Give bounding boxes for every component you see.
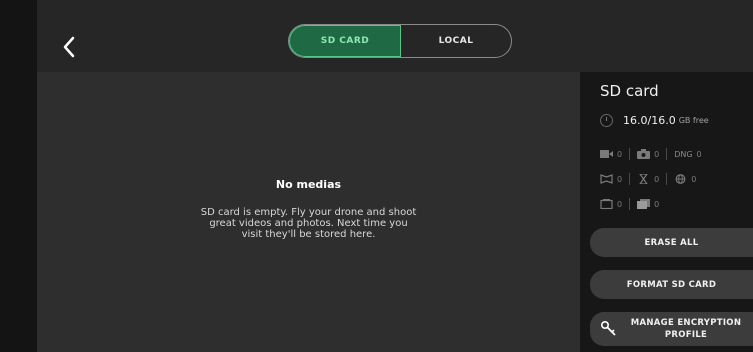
sphere-count: 0 [674, 174, 696, 184]
panorama-icon [600, 174, 613, 184]
media-gallery: No medias SD card is empty. Fly your dro… [37, 72, 580, 352]
storage-gauge-icon [600, 114, 613, 127]
video-count-value: 0 [617, 149, 623, 159]
panel-title: SD card [600, 82, 659, 100]
divider [666, 148, 668, 160]
storage-info: 16.0/16.0 GB free [600, 114, 709, 127]
storage-unit: GB free [678, 116, 709, 125]
key-icon [600, 320, 616, 336]
media-counts-row-1: 0 0 DNG 0 [600, 148, 702, 160]
storage-value: 16.0/16.0 [623, 114, 676, 127]
divider [629, 198, 631, 210]
back-button[interactable] [58, 34, 80, 60]
empty-message: SD card is empty. Fly your drone and sho… [200, 207, 417, 240]
burst-icon [637, 199, 651, 209]
divider [666, 173, 668, 185]
gpslapse-count: 0 [600, 199, 622, 209]
empty-state: No medias SD card is empty. Fly your dro… [37, 178, 580, 240]
divider [629, 148, 631, 160]
erase-all-button[interactable]: ERASE ALL [590, 228, 753, 257]
app-window: SD CARD LOCAL No medias SD card is empty… [0, 0, 753, 352]
video-camera-icon [600, 150, 613, 158]
video-count: 0 [600, 149, 622, 159]
burst-count: 0 [637, 199, 659, 209]
tab-sd-card[interactable]: SD CARD [289, 25, 401, 57]
left-edge-bar [0, 0, 37, 352]
format-sd-card-button[interactable]: FORMAT SD CARD [590, 270, 753, 299]
photo-count: 0 [637, 149, 659, 159]
divider [629, 173, 631, 185]
hourglass-icon [639, 174, 648, 184]
tab-local[interactable]: LOCAL [401, 25, 511, 57]
media-counts-row-3: 0 0 [600, 198, 659, 210]
dng-label: DNG [674, 149, 693, 159]
media-source-toggle: SD CARD LOCAL [288, 24, 512, 58]
panorama-count: 0 [600, 174, 622, 184]
manage-encryption-button[interactable]: MANAGE ENCRYPTION PROFILE [590, 312, 753, 346]
dng-count: DNG 0 [674, 150, 701, 159]
timelapse-count: 0 [637, 174, 659, 184]
media-counts-row-2: 0 0 0 [600, 173, 696, 185]
photo-count-value: 0 [654, 149, 660, 159]
sphere-count-value: 0 [691, 174, 697, 184]
manage-encryption-label: MANAGE ENCRYPTION PROFILE [630, 318, 742, 340]
sphere-icon [675, 174, 686, 184]
burst-count-value: 0 [654, 199, 660, 209]
photo-camera-icon [637, 149, 651, 159]
sd-card-panel: SD card 16.0/16.0 GB free 0 0 DNG 0 0 0 … [580, 72, 753, 352]
frame-icon [600, 199, 613, 209]
chevron-left-icon [63, 36, 75, 58]
timelapse-count-value: 0 [654, 174, 660, 184]
gpslapse-count-value: 0 [617, 199, 623, 209]
dng-count-value: 0 [696, 149, 702, 159]
empty-title: No medias [275, 178, 342, 191]
panorama-count-value: 0 [617, 174, 623, 184]
